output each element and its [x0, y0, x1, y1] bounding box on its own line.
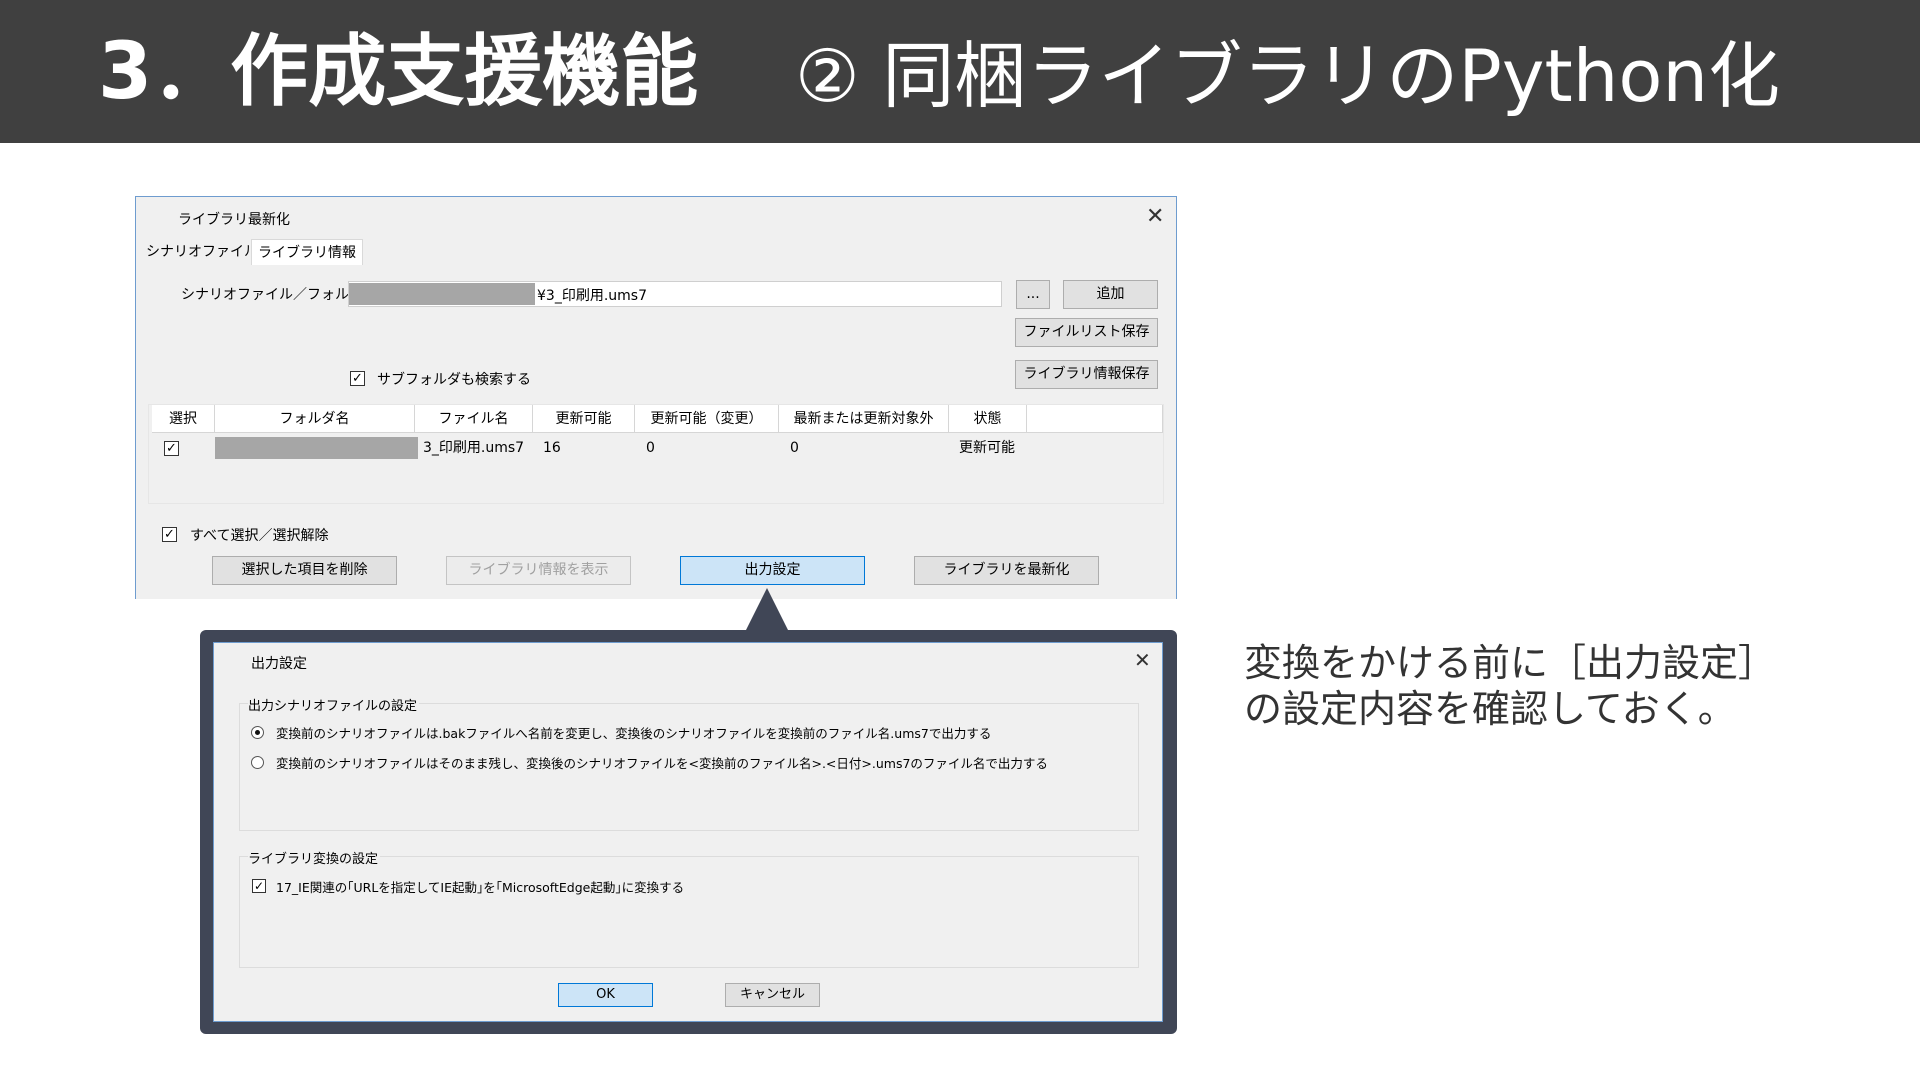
side-note-line1: 変換をかける前に［出力設定］	[1244, 641, 1777, 685]
ie-conversion-checkbox[interactable]: ✓	[252, 879, 266, 893]
col-header-folder: フォルダ名	[215, 405, 415, 433]
cancel-button[interactable]: キャンセル	[725, 983, 820, 1007]
select-all-checkbox[interactable]: ✓	[162, 527, 177, 542]
select-all-label: すべて選択／選択解除	[190, 528, 329, 544]
library-conversion-group	[239, 856, 1139, 968]
radio-rename-bak[interactable]	[251, 726, 264, 739]
side-note: 変換をかける前に［出力設定］ の設定内容を確認しておく。	[1244, 640, 1776, 732]
file-table: 選択 フォルダ名 ファイル名 更新可能 更新可能（変更） 最新または更新対象外 …	[148, 404, 1164, 504]
path-label: シナリオファイル／フォルダ	[181, 287, 363, 303]
row-checkbox[interactable]: ✓	[164, 441, 179, 456]
option-keep-original-label: 変換前のシナリオファイルはそのまま残し、変換後のシナリオファイルを<変換前のファ…	[276, 756, 1048, 771]
library-update-dialog: ライブラリ最新化 ✕ シナリオファイル ライブラリ情報 シナリオファイル／フォル…	[135, 196, 1177, 599]
side-note-line2: の設定内容を確認しておく。	[1244, 687, 1736, 731]
delete-selected-button[interactable]: 選択した項目を削除	[212, 556, 397, 585]
col-header-file: ファイル名	[415, 405, 533, 433]
library-conversion-group-label: ライブラリ変換の設定	[248, 848, 381, 867]
close-icon[interactable]: ✕	[1134, 649, 1151, 671]
dialog-title: 出力設定	[251, 656, 307, 672]
add-button[interactable]: 追加	[1063, 280, 1158, 309]
title-banner: 3．作成支援機能 ② 同梱ライブラリのPython化	[0, 0, 1920, 143]
col-header-status: 状態	[949, 405, 1027, 433]
redacted-folder	[215, 437, 418, 459]
dialog-title: ライブラリ最新化	[178, 212, 290, 228]
cell-status: 更新可能	[959, 440, 1015, 456]
col-header-latest: 最新または更新対象外	[779, 405, 949, 433]
output-settings-button[interactable]: 出力設定	[680, 556, 865, 585]
browse-button[interactable]: ...	[1016, 280, 1050, 309]
update-library-button[interactable]: ライブラリを最新化	[914, 556, 1099, 585]
save-file-list-button[interactable]: ファイルリスト保存	[1015, 318, 1158, 347]
subfolder-checkbox[interactable]: ✓	[350, 371, 365, 386]
redacted-path	[349, 283, 535, 305]
show-library-info-button[interactable]: ライブラリ情報を表示	[446, 556, 631, 585]
tab-bar: シナリオファイル ライブラリ情報	[136, 239, 1176, 266]
tab-library-info[interactable]: ライブラリ情報	[251, 239, 363, 265]
save-library-info-button[interactable]: ライブラリ情報保存	[1015, 360, 1158, 389]
radio-keep-original[interactable]	[251, 756, 264, 769]
tab-panel: シナリオファイル／フォルダ ¥3_印刷用.ums7 ... 追加 ファイルリスト…	[136, 265, 1176, 599]
ie-conversion-label: 17_IE関連の｢URLを指定してIE起動｣を｢MicrosoftEdge起動｣…	[276, 880, 685, 895]
slide-title: 3．作成支援機能	[98, 27, 699, 117]
ok-button[interactable]: OK	[558, 983, 653, 1007]
slide-subtitle: ② 同梱ライブラリのPython化	[795, 34, 1781, 118]
tab-scenario-file[interactable]: シナリオファイル	[140, 239, 264, 265]
option-rename-bak-label: 変換前のシナリオファイルは.bakファイルへ名前を変更し、変換後のシナリオファイ…	[276, 726, 992, 741]
path-value: ¥3_印刷用.ums7	[537, 288, 647, 304]
callout-pointer	[745, 588, 789, 632]
output-scenario-group-label: 出力シナリオファイルの設定	[248, 695, 420, 714]
cell-latest: 0	[790, 440, 799, 456]
cell-file: 3_印刷用.ums7	[423, 440, 525, 456]
col-header-empty	[1027, 405, 1163, 433]
output-settings-dialog: 出力設定 ✕ 出力シナリオファイルの設定 変換前のシナリオファイルは.bakファ…	[213, 642, 1163, 1022]
cell-updatable-changed: 0	[646, 440, 655, 456]
path-input[interactable]: ¥3_印刷用.ums7	[348, 281, 1002, 307]
col-header-updatable-changed: 更新可能（変更）	[635, 405, 779, 433]
cell-updatable: 16	[543, 440, 561, 456]
subfolder-label: サブフォルダも検索する	[377, 372, 531, 388]
col-header-updatable: 更新可能	[533, 405, 635, 433]
table-header: 選択 フォルダ名 ファイル名 更新可能 更新可能（変更） 最新または更新対象外 …	[149, 405, 1163, 433]
col-header-select: 選択	[152, 405, 215, 433]
close-icon[interactable]: ✕	[1146, 206, 1164, 228]
